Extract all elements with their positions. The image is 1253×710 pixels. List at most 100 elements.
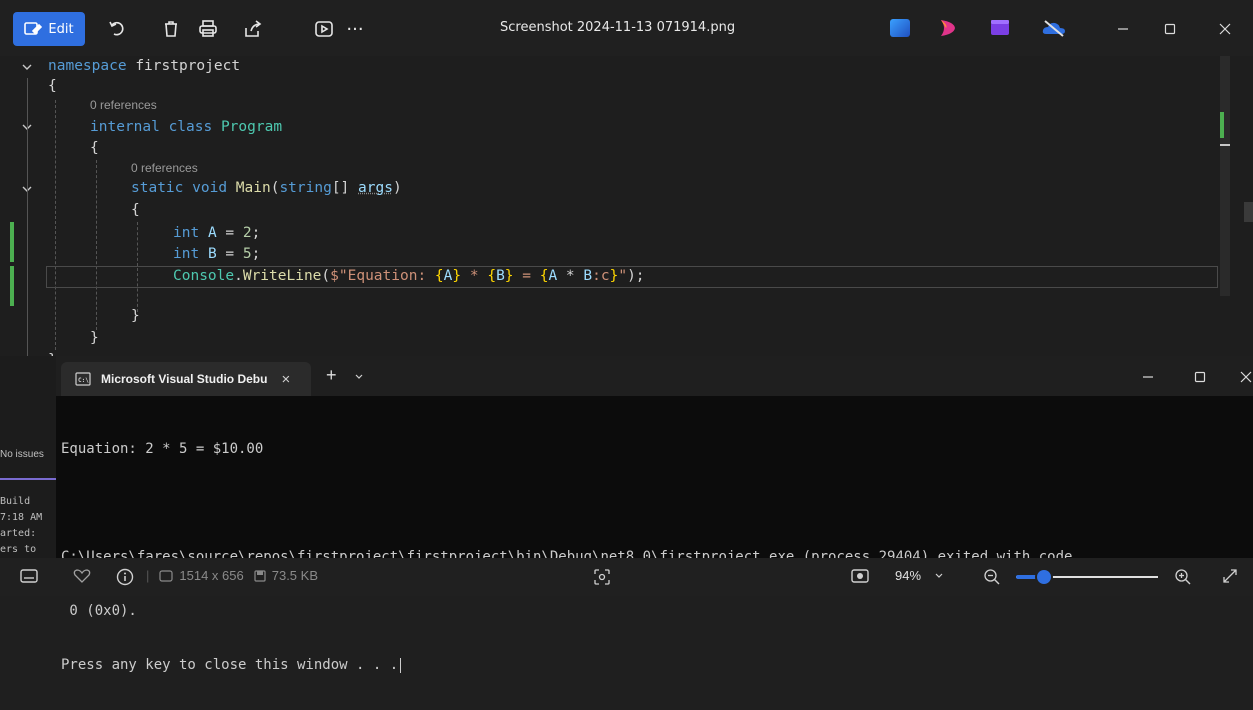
string: " <box>618 268 627 284</box>
terminal-tab-label: Microsoft Visual Studio Debu <box>101 372 267 386</box>
svg-text:C:\: C:\ <box>78 377 89 384</box>
share-icon[interactable] <box>238 14 268 44</box>
zoom-in-icon[interactable] <box>1174 568 1192 586</box>
scrollbar-change-mark <box>1220 112 1224 138</box>
print-icon[interactable] <box>193 14 223 44</box>
separator: | <box>146 568 149 583</box>
code-line: namespace firstproject <box>48 56 240 76</box>
photo-viewer-toolbar: Edit ··· Screenshot 2024-11-13 071914.pn… <box>0 0 1253 56</box>
console-icon: C:\ <box>75 372 91 386</box>
build-label: Build <box>0 496 30 507</box>
edit-photo-icon <box>24 21 42 37</box>
paren: ( <box>321 268 330 284</box>
brace: { <box>131 200 140 220</box>
full-screen-icon[interactable] <box>1222 568 1238 584</box>
issues-label[interactable]: No issues <box>0 449 56 460</box>
string: * <box>461 268 487 284</box>
code-line: Console.WriteLine($"Equation: {A} * {B} … <box>173 266 645 286</box>
interp-brace: { <box>435 268 444 284</box>
number: 5 <box>243 246 252 262</box>
output-line: ​ <box>61 494 1072 512</box>
file-size-icon <box>254 570 266 582</box>
variable: A <box>548 268 557 284</box>
close-tab-icon[interactable]: × <box>281 371 290 388</box>
close-button[interactable] <box>1205 12 1245 46</box>
fold-line <box>27 78 28 356</box>
variable: A <box>208 225 217 241</box>
code-editor: namespace firstproject { 0 references in… <box>0 56 1253 356</box>
variable: B <box>583 268 592 284</box>
panel-divider <box>0 478 56 480</box>
clipchamp-app-icon[interactable] <box>990 19 1010 37</box>
output-line: Equation: 2 * 5 = $10.00 <box>61 440 1072 458</box>
semicolon: ; <box>252 225 261 241</box>
zoom-dropdown[interactable]: 94% <box>895 568 945 583</box>
format-specifier: :c <box>592 268 609 284</box>
paren: ); <box>627 268 644 284</box>
filmstrip-icon[interactable] <box>20 568 38 584</box>
info-icon[interactable] <box>116 568 134 586</box>
visual-search-icon[interactable] <box>593 568 611 586</box>
output-line: 0 (0x0). <box>61 602 1072 620</box>
keyword: static <box>131 180 183 196</box>
keyword: internal class <box>90 119 212 135</box>
keyword: string <box>279 180 331 196</box>
more-options-icon[interactable]: ··· <box>340 14 370 44</box>
terminal-close-icon[interactable] <box>1239 370 1253 384</box>
text-cursor <box>400 658 401 673</box>
edit-button[interactable]: Edit <box>13 12 85 46</box>
method-name: WriteLine <box>243 268 322 284</box>
variable: B <box>496 268 505 284</box>
variable: B <box>208 246 217 262</box>
zoom-out-icon[interactable] <box>983 568 1001 586</box>
slideshow-icon[interactable] <box>309 14 339 44</box>
editor-scrollbar[interactable] <box>1220 56 1230 296</box>
new-tab-button[interactable]: + <box>326 365 337 386</box>
terminal-tab[interactable]: C:\ Microsoft Visual Studio Debu × <box>61 362 311 396</box>
favorite-icon[interactable] <box>73 568 91 584</box>
interp-brace: } <box>505 268 514 284</box>
image-details: | 1514 x 656 73.5 KB <box>146 568 318 583</box>
change-marker <box>10 222 14 262</box>
rotate-icon[interactable] <box>102 14 132 44</box>
operator: = <box>217 246 243 262</box>
change-marker <box>10 266 14 306</box>
delete-icon[interactable] <box>156 14 186 44</box>
terminal-minimize-icon[interactable] <box>1141 370 1155 384</box>
editor-right-strip <box>1230 56 1253 356</box>
class-name: Program <box>221 119 282 135</box>
designer-app-icon[interactable] <box>938 19 958 37</box>
window-title: Screenshot 2024-11-13 071914.png <box>500 16 800 40</box>
photos-app-icon[interactable] <box>890 19 910 37</box>
scroll-thumb[interactable] <box>1244 202 1253 222</box>
references-codelens[interactable]: 0 references <box>90 98 157 112</box>
interp-brace: } <box>452 268 461 284</box>
zoom-slider[interactable] <box>1016 570 1158 584</box>
code-line: int B = 5; <box>173 244 260 264</box>
references-codelens[interactable]: 0 references <box>131 161 198 175</box>
chevron-down-icon[interactable] <box>20 60 34 74</box>
dimensions-icon <box>159 570 173 582</box>
minimize-button[interactable] <box>1103 12 1143 46</box>
brace: } <box>90 328 99 348</box>
image-dimensions: 1514 x 656 <box>179 568 243 583</box>
terminal-maximize-icon[interactable] <box>1193 370 1207 384</box>
output-line: Press any key to close this window . . . <box>61 656 1072 674</box>
edit-button-label: Edit <box>48 22 73 37</box>
terminal-tab-bar: C:\ Microsoft Visual Studio Debu × + <box>56 356 1253 396</box>
fit-to-window-icon[interactable] <box>851 568 869 584</box>
file-size: 73.5 KB <box>272 568 318 583</box>
chevron-down-icon[interactable] <box>353 371 365 383</box>
brace: { <box>48 76 57 96</box>
indent-guide <box>96 160 97 330</box>
zoom-slider-thumb[interactable] <box>1037 570 1051 584</box>
onedrive-icon[interactable] <box>1042 19 1066 37</box>
number: 2 <box>243 225 252 241</box>
maximize-button[interactable] <box>1150 12 1190 46</box>
brace: { <box>90 138 99 158</box>
string: = <box>514 268 540 284</box>
paren: ) <box>393 180 402 196</box>
terminal-output[interactable]: Equation: 2 * 5 = $10.00 ​ C:\Users\fare… <box>61 404 1072 710</box>
minimize-icon <box>1116 22 1130 36</box>
chevron-down-icon <box>933 570 945 582</box>
